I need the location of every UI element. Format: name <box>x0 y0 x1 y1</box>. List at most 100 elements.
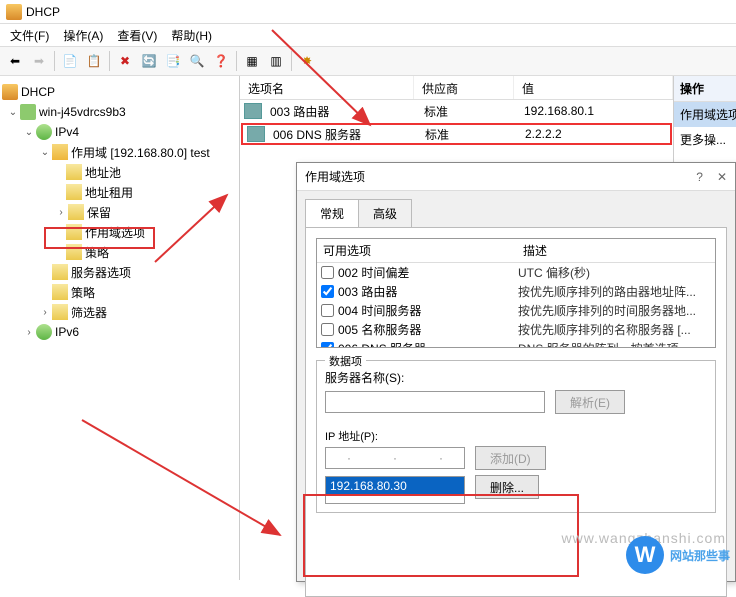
folder-icon <box>66 244 82 260</box>
dialog-titlebar: 作用域选项 ? ✕ <box>297 163 735 191</box>
tab-advanced[interactable]: 高级 <box>358 199 412 227</box>
add-button[interactable]: 添加(D) <box>475 446 546 470</box>
toolbar: ⬅ ➡ 📄 📋 ✖ 🔄 📑 🔍 ❓ ▦ ▥ ✸ <box>0 46 736 76</box>
back-button[interactable]: ⬅ <box>4 50 26 72</box>
option-checkbox[interactable] <box>321 285 334 298</box>
tree-scope[interactable]: ⌄作用域 [192.168.80.0] test <box>0 142 239 162</box>
actions-header: 操作 <box>674 76 736 102</box>
tree-ipv6[interactable]: ›IPv6 <box>0 322 239 342</box>
tree-policies-scope[interactable]: 策略 <box>0 242 239 262</box>
tree-scope-options[interactable]: 作用域选项 <box>0 222 239 242</box>
data-legend: 数据项 <box>325 353 366 369</box>
col-name[interactable]: 选项名 <box>240 76 414 99</box>
col-vendor[interactable]: 供应商 <box>414 76 514 99</box>
option-checkbox[interactable] <box>321 266 334 279</box>
ip-label: IP 地址(P): <box>325 428 707 444</box>
tree-server[interactable]: ⌄win-j45vdrcs9b3 <box>0 102 239 122</box>
folder-icon <box>52 284 68 300</box>
tabs: 常规 高级 <box>305 199 727 227</box>
forward-button: ➡ <box>28 50 50 72</box>
delete-button[interactable]: 删除... <box>475 475 539 499</box>
option-row[interactable]: 004 时间服务器按优先顺序排列的时间服务器地... <box>317 301 715 320</box>
ip-input[interactable]: ··· <box>325 447 465 469</box>
ipv4-icon <box>36 124 52 140</box>
expand-icon[interactable]: › <box>54 205 68 219</box>
view-button[interactable]: ▦ <box>241 50 263 72</box>
option-row[interactable]: 002 时间偏差UTC 偏移(秒) <box>317 263 715 282</box>
options-icon <box>66 224 82 240</box>
opt-col-desc[interactable]: 描述 <box>517 239 715 262</box>
separator <box>54 51 55 71</box>
separator <box>109 51 110 71</box>
tree-dhcp[interactable]: DHCP <box>0 82 239 102</box>
scope-options-dialog: 作用域选项 ? ✕ 常规 高级 可用选项 描述 002 时间偏差UTC 偏移(秒… <box>296 162 736 582</box>
dialog-title: 作用域选项 <box>305 168 365 185</box>
dhcp-icon <box>2 84 18 100</box>
folder-icon <box>68 204 84 220</box>
server-name-label: 服务器名称(S): <box>325 369 707 386</box>
titlebar: DHCP <box>0 0 736 24</box>
option-icon <box>247 126 265 142</box>
close-icon[interactable]: ✕ <box>717 170 727 184</box>
watermark-icon: W <box>626 536 664 574</box>
tree-pane: DHCP ⌄win-j45vdrcs9b3 ⌄IPv4 ⌄作用域 [192.16… <box>0 76 240 580</box>
separator <box>291 51 292 71</box>
tree-pool[interactable]: 地址池 <box>0 162 239 182</box>
option-row[interactable]: 005 名称服务器按优先顺序排列的名称服务器 [... <box>317 320 715 339</box>
menubar: 文件(F) 操作(A) 查看(V) 帮助(H) <box>0 24 736 46</box>
ip-list[interactable]: 192.168.80.30 <box>325 476 465 504</box>
find-button[interactable]: 🔍 <box>186 50 208 72</box>
expand-icon[interactable]: ⌄ <box>6 105 20 119</box>
ipv6-icon <box>36 324 52 340</box>
folder-icon <box>52 304 68 320</box>
menu-action[interactable]: 操作(A) <box>57 27 109 44</box>
list-row[interactable]: 003 路由器 标准 192.168.80.1 <box>240 100 673 122</box>
option-icon <box>244 103 262 119</box>
separator <box>236 51 237 71</box>
columns-button[interactable]: ▥ <box>265 50 287 72</box>
expand-icon[interactable]: › <box>38 305 52 319</box>
actions-scope-options[interactable]: 作用域选项 <box>674 102 736 127</box>
folder-icon <box>66 164 82 180</box>
server-name-input[interactable] <box>325 391 545 413</box>
col-value[interactable]: 值 <box>514 76 673 99</box>
tab-general[interactable]: 常规 <box>305 199 359 227</box>
delete-button[interactable]: ✖ <box>114 50 136 72</box>
watermark: W 网站那些事 <box>626 536 730 574</box>
export-button[interactable]: 📑 <box>162 50 184 72</box>
folder-icon <box>52 264 68 280</box>
actions-more[interactable]: 更多操... <box>674 127 736 152</box>
option-checkbox[interactable] <box>321 304 334 317</box>
expand-icon[interactable]: ⌄ <box>22 125 36 139</box>
expand-icon[interactable]: ⌄ <box>38 145 52 159</box>
dhcp-icon <box>6 4 22 20</box>
tree-server-options[interactable]: 服务器选项 <box>0 262 239 282</box>
add-button[interactable]: 📄 <box>59 50 81 72</box>
tree-policies[interactable]: 策略 <box>0 282 239 302</box>
menu-file[interactable]: 文件(F) <box>4 27 55 44</box>
opt-col-name[interactable]: 可用选项 <box>317 239 517 262</box>
menu-view[interactable]: 查看(V) <box>111 27 163 44</box>
tree-leases[interactable]: 地址租用 <box>0 182 239 202</box>
option-row[interactable]: 006 DNS 服务器DNS 服务器的阵列，按首选项... <box>317 339 715 348</box>
properties-button[interactable]: 📋 <box>83 50 105 72</box>
help-button[interactable]: ❓ <box>210 50 232 72</box>
window-title: DHCP <box>26 5 60 19</box>
tree-ipv4[interactable]: ⌄IPv4 <box>0 122 239 142</box>
resolve-button[interactable]: 解析(E) <box>555 390 625 414</box>
folder-icon <box>66 184 82 200</box>
help-icon[interactable]: ? <box>696 170 703 184</box>
option-checkbox[interactable] <box>321 323 334 336</box>
ip-list-item[interactable]: 192.168.80.30 <box>326 477 464 495</box>
list-row-highlight[interactable]: 006 DNS 服务器 标准 2.2.2.2 <box>241 123 672 145</box>
options-listbox[interactable]: 可用选项 描述 002 时间偏差UTC 偏移(秒)003 路由器按优先顺序排列的… <box>316 238 716 348</box>
option-checkbox[interactable] <box>321 342 334 348</box>
tree-filters[interactable]: ›筛选器 <box>0 302 239 322</box>
refresh-button[interactable]: 🔄 <box>138 50 160 72</box>
data-fieldset: 数据项 服务器名称(S): 解析(E) IP 地址(P): ··· 添加(D) … <box>316 360 716 513</box>
menu-help[interactable]: 帮助(H) <box>165 27 218 44</box>
expand-icon[interactable]: › <box>22 325 36 339</box>
option-row[interactable]: 003 路由器按优先顺序排列的路由器地址阵... <box>317 282 715 301</box>
auth-button[interactable]: ✸ <box>296 50 318 72</box>
tree-reservations[interactable]: ›保留 <box>0 202 239 222</box>
